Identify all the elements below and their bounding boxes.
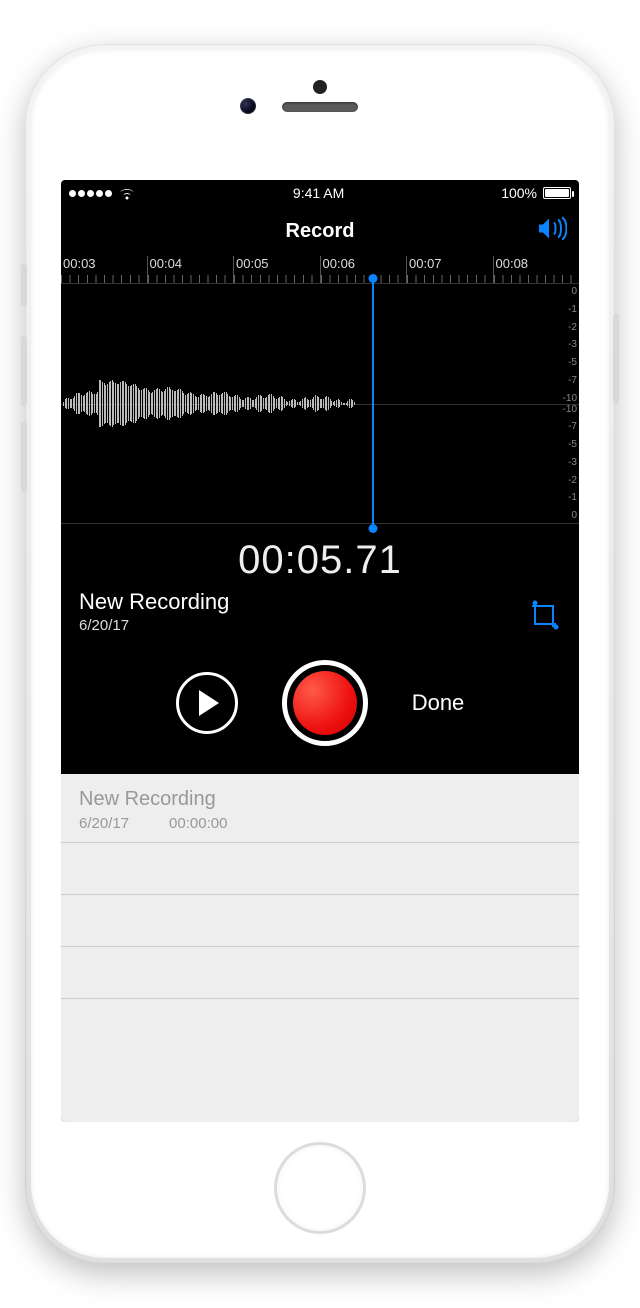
mute-switch bbox=[21, 264, 27, 306]
playhead[interactable] bbox=[372, 278, 374, 529]
recording-info: 00:05.71 New Recording 6/20/17 bbox=[61, 524, 579, 642]
status-time: 9:41 AM bbox=[293, 185, 344, 201]
volume-down-button bbox=[21, 422, 27, 492]
timeline-ruler[interactable]: 00:03 00:04 00:05 00:06 00:07 00:08 bbox=[61, 256, 579, 284]
list-rule bbox=[61, 947, 579, 999]
record-icon bbox=[293, 671, 357, 735]
done-button[interactable]: Done bbox=[412, 690, 465, 716]
volume-up-button bbox=[21, 336, 27, 406]
home-button[interactable] bbox=[274, 1142, 366, 1234]
wifi-icon bbox=[118, 187, 136, 200]
earpiece bbox=[282, 102, 358, 112]
battery-pct: 100% bbox=[501, 185, 537, 201]
list-rule bbox=[61, 843, 579, 895]
nav-bar: Record bbox=[61, 206, 579, 256]
screen: 9:41 AM 100% Record bbox=[61, 180, 579, 1122]
tick-label: 00:07 bbox=[409, 256, 442, 271]
battery-icon bbox=[543, 187, 571, 199]
nav-title: Record bbox=[286, 220, 355, 243]
proximity-sensor bbox=[313, 80, 327, 94]
tick-label: 00:04 bbox=[150, 256, 183, 271]
waveform bbox=[63, 284, 549, 523]
recording-date: 6/20/17 bbox=[79, 617, 561, 634]
iphone-frame: 9:41 AM 100% Record bbox=[25, 44, 615, 1264]
power-button bbox=[613, 314, 619, 404]
list-item-duration: 00:00:00 bbox=[169, 815, 227, 832]
list-item[interactable]: New Recording 6/20/17 00:00:00 bbox=[61, 774, 579, 843]
signal-dots-icon bbox=[69, 190, 112, 197]
tick-label: 00:05 bbox=[236, 256, 269, 271]
speaker-button[interactable] bbox=[537, 217, 567, 246]
record-button[interactable] bbox=[282, 660, 368, 746]
recordings-list[interactable]: New Recording 6/20/17 00:00:00 bbox=[61, 774, 579, 1122]
list-item-date: 6/20/17 bbox=[79, 815, 129, 832]
controls: Done bbox=[61, 642, 579, 774]
recording-name: New Recording bbox=[79, 589, 561, 615]
front-camera bbox=[240, 98, 256, 114]
tick-label: 00:03 bbox=[63, 256, 96, 271]
trim-button[interactable] bbox=[529, 600, 559, 635]
play-icon bbox=[199, 690, 219, 716]
play-button[interactable] bbox=[176, 672, 238, 734]
waveform-area[interactable]: 0-1-2-3-5-7-10 0-1-2-3-5-7-10 bbox=[61, 284, 579, 524]
tick-label: 00:06 bbox=[323, 256, 356, 271]
list-item-title: New Recording bbox=[79, 788, 561, 811]
speaker-icon bbox=[537, 217, 567, 241]
tick-label: 00:08 bbox=[496, 256, 529, 271]
status-bar: 9:41 AM 100% bbox=[61, 180, 579, 206]
list-rule bbox=[61, 895, 579, 947]
trim-icon bbox=[529, 600, 559, 630]
timer: 00:05.71 bbox=[79, 538, 561, 583]
db-scale: 0-1-2-3-5-7-10 0-1-2-3-5-7-10 bbox=[563, 286, 577, 521]
